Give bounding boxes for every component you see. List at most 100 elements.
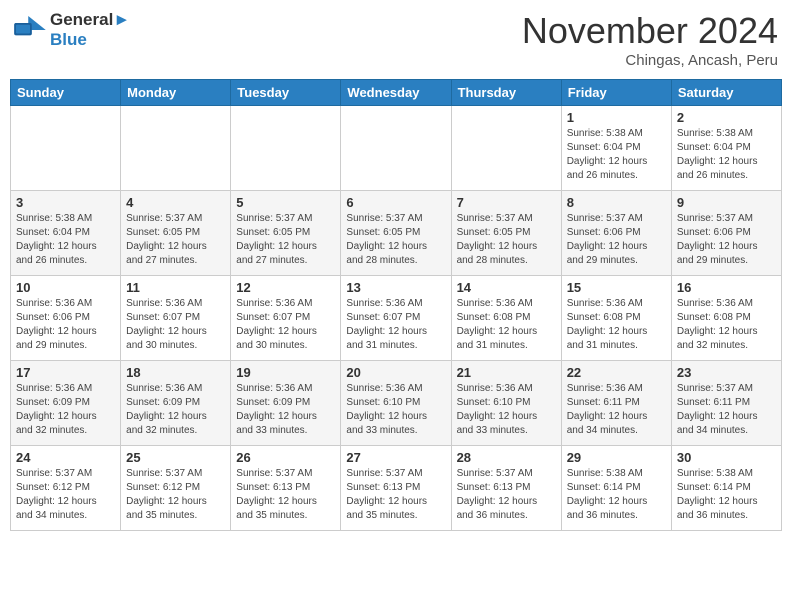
- calendar-cell: 6Sunrise: 5:37 AM Sunset: 6:05 PM Daylig…: [341, 191, 451, 276]
- day-info: Sunrise: 5:37 AM Sunset: 6:12 PM Dayligh…: [16, 467, 115, 523]
- calendar-cell: 2 Sunrise: 5:38 AM Sunset: 6:04 PM Daylig…: [671, 106, 781, 191]
- day-number: 16: [677, 280, 776, 295]
- calendar-cell: 9 Sunrise: 5:37 AM Sunset: 6:06 PM Daylig…: [671, 191, 781, 276]
- calendar-cell: 29 Sunrise: 5:38 AM Sunset: 6:14 PM Dayli…: [561, 446, 671, 531]
- day-info: Sunrise: 5:36 AM Sunset: 6:10 PM Dayligh…: [346, 382, 445, 438]
- day-info: Sunrise: 5:38 AM Sunset: 6:14 PM Dayligh…: [677, 467, 776, 523]
- calendar-title-block: November 2024 Chingas, Ancash, Peru: [522, 10, 778, 69]
- calendar-table: SundayMondayTuesdayWednesdayThursdayFrid…: [10, 79, 782, 531]
- day-number: 28: [457, 450, 556, 465]
- day-info: Sunrise: 5:37 AM Sunset: 6:05 PM Dayligh…: [457, 212, 556, 268]
- day-number: 25: [126, 450, 225, 465]
- day-info: Sunrise: 5:36 AM Sunset: 6:08 PM Dayligh…: [457, 297, 556, 353]
- day-number: 8: [567, 195, 666, 210]
- calendar-cell: 20 Sunrise: 5:36 AM Sunset: 6:10 PM Dayli…: [341, 361, 451, 446]
- day-number: 13: [346, 280, 445, 295]
- day-number: 10: [16, 280, 115, 295]
- calendar-cell: 21 Sunrise: 5:36 AM Sunset: 6:10 PM Dayli…: [451, 361, 561, 446]
- logo-icon: [14, 16, 46, 44]
- day-number: 2: [677, 110, 776, 125]
- day-number: 3: [16, 195, 115, 210]
- weekday-header-wednesday: Wednesday: [341, 80, 451, 106]
- calendar-cell: 8 Sunrise: 5:37 AM Sunset: 6:06 PM Daylig…: [561, 191, 671, 276]
- day-info: Sunrise: 5:38 AM Sunset: 6:14 PM Dayligh…: [567, 467, 666, 523]
- calendar-cell: [341, 106, 451, 191]
- calendar-cell: [121, 106, 231, 191]
- calendar-cell: [451, 106, 561, 191]
- day-info: Sunrise: 5:36 AM Sunset: 6:10 PM Dayligh…: [457, 382, 556, 438]
- logo-text: General► Blue: [50, 10, 130, 50]
- day-info: Sunrise: 5:37 AM Sunset: 6:11 PM Dayligh…: [677, 382, 776, 438]
- day-info: Sunrise: 5:37 AM Sunset: 6:13 PM Dayligh…: [236, 467, 335, 523]
- day-number: 1: [567, 110, 666, 125]
- weekday-header-monday: Monday: [121, 80, 231, 106]
- calendar-cell: 19 Sunrise: 5:36 AM Sunset: 6:09 PM Dayli…: [231, 361, 341, 446]
- day-number: 12: [236, 280, 335, 295]
- day-info: Sunrise: 5:36 AM Sunset: 6:06 PM Dayligh…: [16, 297, 115, 353]
- day-info: Sunrise: 5:37 AM Sunset: 6:06 PM Dayligh…: [677, 212, 776, 268]
- calendar-cell: 7 Sunrise: 5:37 AM Sunset: 6:05 PM Daylig…: [451, 191, 561, 276]
- calendar-cell: 13 Sunrise: 5:36 AM Sunset: 6:07 PM Dayli…: [341, 276, 451, 361]
- calendar-cell: 30 Sunrise: 5:38 AM Sunset: 6:14 PM Dayli…: [671, 446, 781, 531]
- weekday-header-sunday: Sunday: [11, 80, 121, 106]
- day-number: 21: [457, 365, 556, 380]
- weekday-header-friday: Friday: [561, 80, 671, 106]
- day-info: Sunrise: 5:36 AM Sunset: 6:07 PM Dayligh…: [126, 297, 225, 353]
- day-number: 19: [236, 365, 335, 380]
- day-number: 6: [346, 195, 445, 210]
- day-number: 30: [677, 450, 776, 465]
- day-number: 24: [16, 450, 115, 465]
- day-number: 22: [567, 365, 666, 380]
- day-info: Sunrise: 5:36 AM Sunset: 6:08 PM Dayligh…: [677, 297, 776, 353]
- calendar-cell: 15Sunrise: 5:36 AM Sunset: 6:08 PM Dayli…: [561, 276, 671, 361]
- day-number: 11: [126, 280, 225, 295]
- day-number: 9: [677, 195, 776, 210]
- day-info: Sunrise: 5:36 AM Sunset: 6:07 PM Dayligh…: [236, 297, 335, 353]
- day-number: 27: [346, 450, 445, 465]
- day-info: Sunrise: 5:36 AM Sunset: 6:09 PM Dayligh…: [236, 382, 335, 438]
- month-year-title: November 2024: [522, 10, 778, 52]
- calendar-cell: [231, 106, 341, 191]
- calendar-cell: 4Sunrise: 5:37 AM Sunset: 6:05 PM Daylig…: [121, 191, 231, 276]
- calendar-cell: 10 Sunrise: 5:36 AM Sunset: 6:06 PM Dayli…: [11, 276, 121, 361]
- day-info: Sunrise: 5:38 AM Sunset: 6:04 PM Dayligh…: [677, 127, 776, 183]
- day-number: 5: [236, 195, 335, 210]
- day-info: Sunrise: 5:37 AM Sunset: 6:05 PM Dayligh…: [126, 212, 225, 268]
- day-number: 14: [457, 280, 556, 295]
- day-number: 18: [126, 365, 225, 380]
- calendar-cell: 16 Sunrise: 5:36 AM Sunset: 6:08 PM Dayli…: [671, 276, 781, 361]
- logo: General► Blue: [14, 10, 130, 50]
- day-number: 20: [346, 365, 445, 380]
- calendar-cell: 1Sunrise: 5:38 AM Sunset: 6:04 PM Daylig…: [561, 106, 671, 191]
- day-info: Sunrise: 5:36 AM Sunset: 6:08 PM Dayligh…: [567, 297, 666, 353]
- day-info: Sunrise: 5:36 AM Sunset: 6:09 PM Dayligh…: [126, 382, 225, 438]
- calendar-cell: 23 Sunrise: 5:37 AM Sunset: 6:11 PM Dayli…: [671, 361, 781, 446]
- day-number: 29: [567, 450, 666, 465]
- calendar-cell: [11, 106, 121, 191]
- weekday-header-tuesday: Tuesday: [231, 80, 341, 106]
- day-info: Sunrise: 5:37 AM Sunset: 6:12 PM Dayligh…: [126, 467, 225, 523]
- day-info: Sunrise: 5:36 AM Sunset: 6:07 PM Dayligh…: [346, 297, 445, 353]
- weekday-header-saturday: Saturday: [671, 80, 781, 106]
- calendar-cell: 28 Sunrise: 5:37 AM Sunset: 6:13 PM Dayli…: [451, 446, 561, 531]
- day-info: Sunrise: 5:37 AM Sunset: 6:13 PM Dayligh…: [457, 467, 556, 523]
- day-info: Sunrise: 5:37 AM Sunset: 6:13 PM Dayligh…: [346, 467, 445, 523]
- calendar-cell: 18 Sunrise: 5:36 AM Sunset: 6:09 PM Dayli…: [121, 361, 231, 446]
- day-number: 26: [236, 450, 335, 465]
- calendar-cell: 17 Sunrise: 5:36 AM Sunset: 6:09 PM Dayli…: [11, 361, 121, 446]
- calendar-cell: 12 Sunrise: 5:36 AM Sunset: 6:07 PM Dayli…: [231, 276, 341, 361]
- calendar-cell: 3Sunrise: 5:38 AM Sunset: 6:04 PM Daylig…: [11, 191, 121, 276]
- day-number: 7: [457, 195, 556, 210]
- calendar-cell: 27 Sunrise: 5:37 AM Sunset: 6:13 PM Dayli…: [341, 446, 451, 531]
- day-number: 23: [677, 365, 776, 380]
- weekday-header-thursday: Thursday: [451, 80, 561, 106]
- calendar-cell: 5Sunrise: 5:37 AM Sunset: 6:05 PM Daylig…: [231, 191, 341, 276]
- page-header: General► Blue November 2024 Chingas, Anc…: [10, 10, 782, 69]
- day-info: Sunrise: 5:37 AM Sunset: 6:06 PM Dayligh…: [567, 212, 666, 268]
- day-number: 17: [16, 365, 115, 380]
- calendar-cell: 24 Sunrise: 5:37 AM Sunset: 6:12 PM Dayli…: [11, 446, 121, 531]
- calendar-cell: 14 Sunrise: 5:36 AM Sunset: 6:08 PM Dayli…: [451, 276, 561, 361]
- calendar-cell: 26 Sunrise: 5:37 AM Sunset: 6:13 PM Dayli…: [231, 446, 341, 531]
- calendar-cell: 25 Sunrise: 5:37 AM Sunset: 6:12 PM Dayli…: [121, 446, 231, 531]
- day-info: Sunrise: 5:36 AM Sunset: 6:09 PM Dayligh…: [16, 382, 115, 438]
